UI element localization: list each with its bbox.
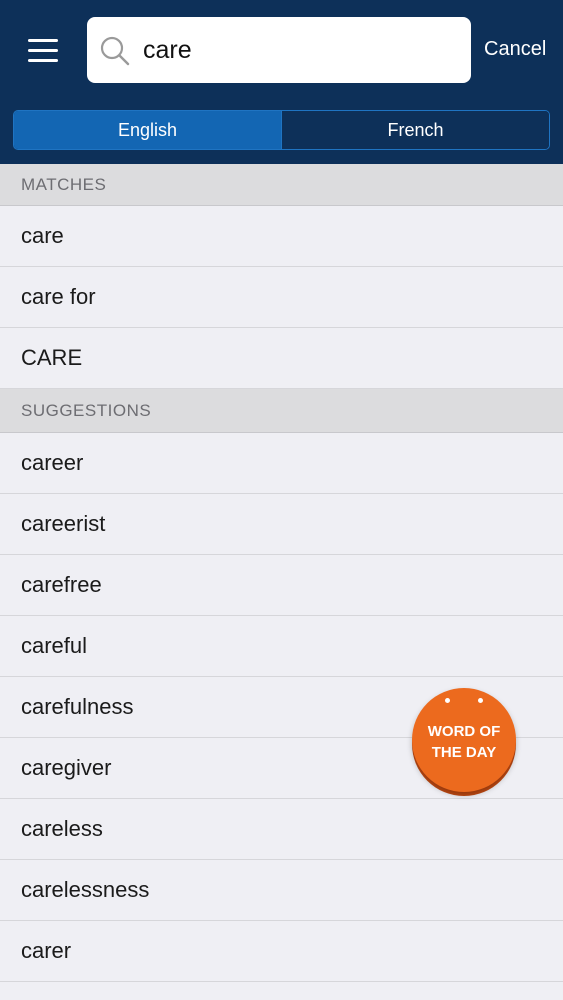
wotd-line1: WORD OF bbox=[427, 723, 501, 740]
results-list: MATCHES care care for CARE SUGGESTIONS c… bbox=[0, 164, 563, 982]
hamburger-menu-icon[interactable] bbox=[28, 37, 60, 63]
cancel-button[interactable]: Cancel bbox=[484, 38, 546, 61]
wotd-label: WORD OF THE DAY bbox=[428, 721, 501, 763]
search-input[interactable] bbox=[143, 31, 453, 69]
list-item[interactable]: careerist bbox=[0, 494, 563, 555]
wotd-line2: THE DAY bbox=[431, 744, 497, 761]
list-item[interactable]: care for bbox=[0, 267, 563, 328]
list-item[interactable]: carefree bbox=[0, 555, 563, 616]
list-item[interactable]: carer bbox=[0, 921, 563, 982]
calendar-icon: WORD OF THE DAY bbox=[412, 688, 516, 792]
list-item[interactable]: careful bbox=[0, 616, 563, 677]
search-box[interactable] bbox=[87, 17, 471, 83]
language-segmented-control: English French bbox=[13, 110, 550, 150]
tab-french[interactable]: French bbox=[281, 111, 549, 149]
list-item[interactable]: carelessness bbox=[0, 860, 563, 921]
top-navigation-bar: Cancel English French bbox=[0, 0, 563, 164]
word-of-the-day-button[interactable]: WORD OF THE DAY bbox=[412, 688, 518, 796]
section-header-suggestions: SUGGESTIONS bbox=[0, 389, 563, 433]
list-item[interactable]: career bbox=[0, 433, 563, 494]
list-item[interactable]: careless bbox=[0, 799, 563, 860]
search-icon bbox=[100, 36, 130, 66]
list-item[interactable]: care bbox=[0, 206, 563, 267]
calendar-ring-dot bbox=[478, 698, 483, 703]
section-header-matches: MATCHES bbox=[0, 164, 563, 206]
tab-english[interactable]: English bbox=[14, 111, 281, 149]
list-item[interactable]: CARE bbox=[0, 328, 563, 389]
calendar-ring-dot bbox=[445, 698, 450, 703]
